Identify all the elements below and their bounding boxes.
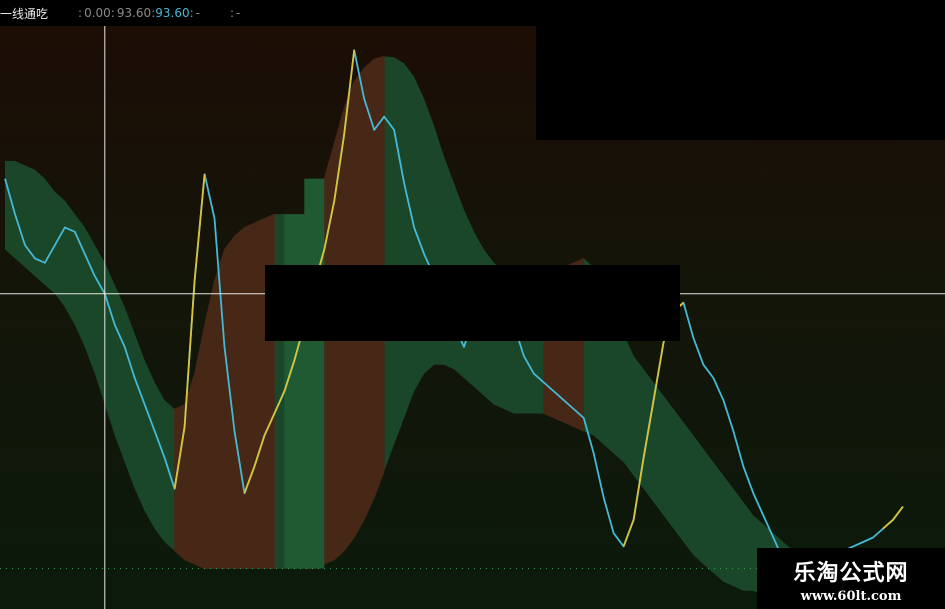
redaction-block-center [265,265,680,341]
header-value-a: 0.00 [84,6,111,20]
brown-zone-segment [214,249,225,569]
green-column [304,178,325,569]
brown-zone-segment [204,280,215,569]
brown-zone-segment [244,222,255,569]
header-label-d: : [189,6,194,20]
watermark-url: www.60lt.com [800,589,902,604]
header-value-b: 93.60 [116,6,152,20]
chart-stage[interactable]: 一线通吃 : 0.00 : 93.60 : 93.60 : - : - 乐淘公式… [0,0,945,609]
header-value-c: 93.60 [155,6,190,20]
brown-zone-segment [234,226,245,569]
header-value-d: - [195,6,200,20]
watermark: 乐淘公式网 www.60lt.com [757,548,945,609]
header-separator: : [110,6,115,20]
indicator-header: 一线通吃 : 0.00 : 93.60 : 93.60 : - : - [0,0,540,26]
header-value-e: - [236,6,241,20]
watermark-title: 乐淘公式网 [793,560,909,586]
indicator-name: 一线通吃 [0,6,49,21]
redaction-block-top-right [536,0,945,140]
header-label-e: : [229,6,235,20]
brown-zone-segment [224,235,235,569]
brown-zone-segment [253,217,265,569]
header-label-a: : [78,6,83,20]
